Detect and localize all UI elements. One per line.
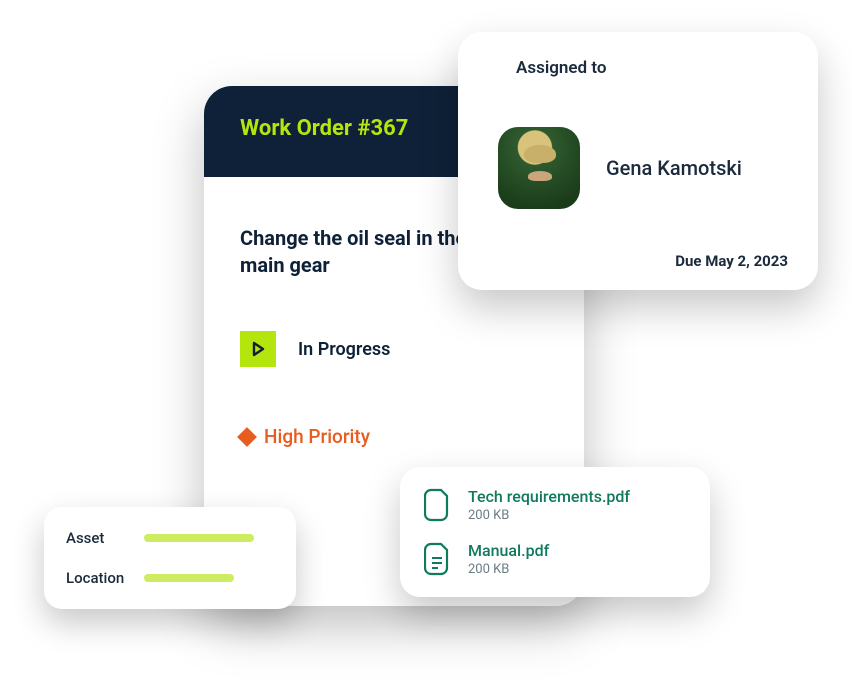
- placeholder-bar: [144, 534, 254, 542]
- attachment-name: Tech requirements.pdf: [468, 487, 630, 506]
- placeholder-bar: [144, 574, 234, 582]
- priority-text: High Priority: [264, 425, 370, 448]
- attachment-row[interactable]: Tech requirements.pdf 200 KB: [424, 487, 686, 523]
- file-lines-icon: [424, 542, 452, 576]
- avatar: [498, 127, 580, 209]
- location-label: Location: [66, 569, 128, 587]
- assigned-label: Assigned to: [516, 58, 788, 78]
- location-row: Location: [66, 569, 274, 587]
- file-icon: [424, 488, 452, 522]
- asset-label: Asset: [66, 529, 128, 547]
- attachment-row[interactable]: Manual.pdf 200 KB: [424, 541, 686, 577]
- priority-row: High Priority: [240, 425, 548, 448]
- meta-card: Asset Location: [44, 507, 296, 609]
- status-row: In Progress: [240, 331, 548, 367]
- play-icon: [240, 331, 276, 367]
- assignee-name: Gena Kamotski: [606, 156, 742, 180]
- assignee-row: Gena Kamotski: [498, 104, 788, 232]
- attachment-size: 200 KB: [468, 562, 549, 577]
- attachments-card: Tech requirements.pdf 200 KB Manual.pdf …: [400, 467, 710, 597]
- asset-row: Asset: [66, 529, 274, 547]
- status-text: In Progress: [298, 339, 390, 360]
- due-date: Due May 2, 2023: [675, 252, 788, 270]
- attachment-name: Manual.pdf: [468, 541, 549, 560]
- assigned-card: Assigned to Gena Kamotski Due May 2, 202…: [458, 32, 818, 290]
- diamond-icon: [237, 427, 257, 447]
- attachment-size: 200 KB: [468, 508, 630, 523]
